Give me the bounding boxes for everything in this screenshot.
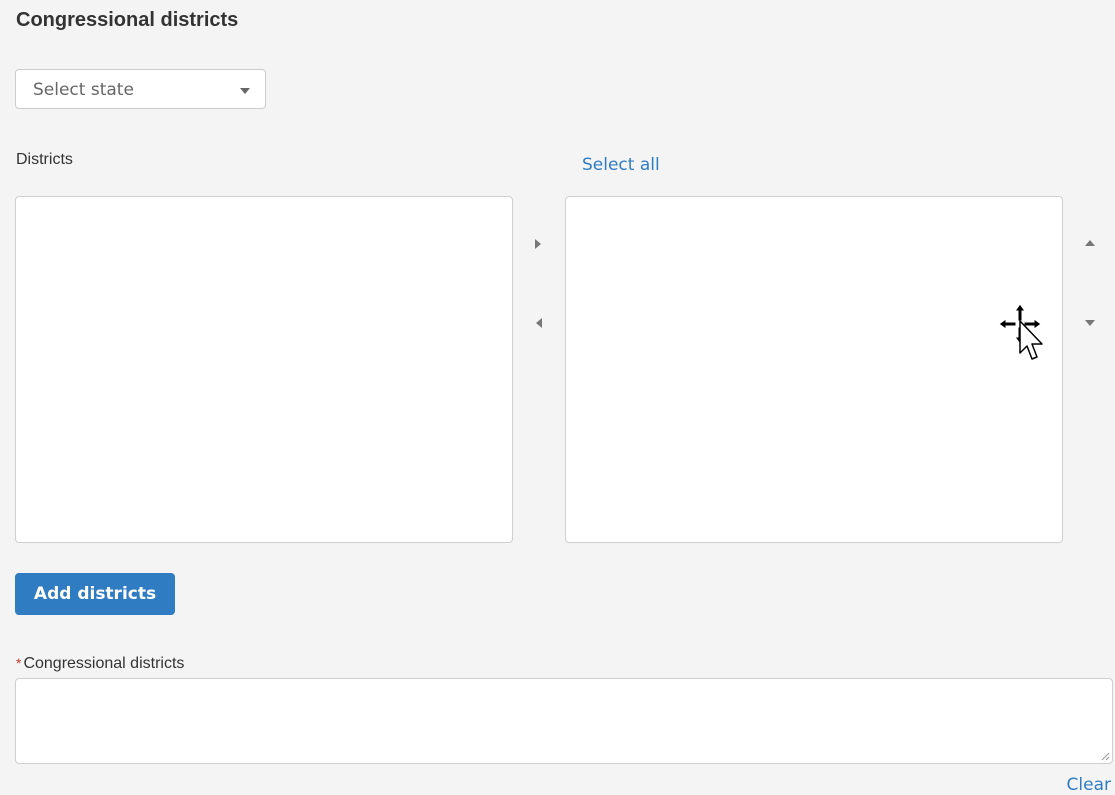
arrow-right-icon [535, 239, 541, 249]
arrow-up-icon [1085, 240, 1095, 246]
section-title: Congressional districts [16, 9, 239, 31]
state-select-placeholder: Select state [33, 80, 134, 100]
move-up-button[interactable] [1082, 236, 1098, 252]
chevron-down-icon [240, 88, 250, 94]
required-marker: * [16, 655, 22, 671]
arrow-left-icon [536, 318, 542, 328]
move-left-button[interactable] [531, 315, 547, 331]
clear-link[interactable]: Clear [1067, 775, 1111, 795]
congressional-districts-field[interactable] [15, 678, 1113, 764]
select-all-link[interactable]: Select all [582, 155, 660, 175]
congressional-districts-label: * Congressional districts [16, 655, 184, 673]
state-select[interactable]: Select state [15, 69, 266, 109]
add-districts-button[interactable]: Add districts [15, 573, 175, 615]
districts-label: Districts [16, 151, 73, 168]
selected-districts-list[interactable] [565, 196, 1063, 543]
available-districts-list[interactable] [15, 196, 513, 543]
move-cursor-icon [998, 303, 1043, 360]
congressional-districts-label-text: Congressional districts [23, 655, 185, 672]
arrow-down-icon [1085, 320, 1095, 326]
move-right-button[interactable] [531, 236, 547, 252]
resize-handle-icon[interactable] [1100, 751, 1110, 761]
move-down-button[interactable] [1082, 315, 1098, 331]
